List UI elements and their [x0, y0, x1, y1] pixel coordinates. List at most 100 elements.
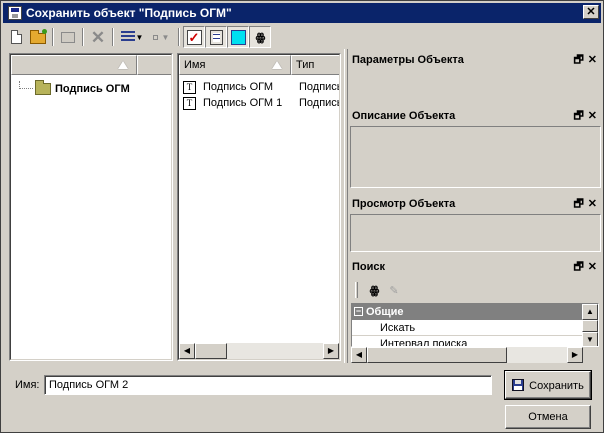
scroll-up-button[interactable]: ▲	[582, 304, 598, 320]
title-bar: Сохранить объект "Подпись ОГМ" ✕	[3, 3, 601, 23]
preview-panel-body	[350, 214, 601, 252]
scroll-left-button[interactable]: ◀	[351, 347, 367, 363]
pane-splitter[interactable]	[344, 49, 348, 363]
name-label: Имя:	[15, 379, 40, 391]
delete-icon: ✕	[90, 27, 106, 47]
open-folder-icon	[30, 29, 47, 44]
dropdown-arrow-icon: ▼	[135, 32, 144, 42]
up-level-button[interactable]	[57, 26, 79, 48]
property-label: Искать	[380, 322, 416, 334]
tree-item-label: Подпись ОГМ	[55, 83, 130, 95]
tree-item-root[interactable]: Подпись ОГМ	[19, 80, 130, 95]
column-header-name[interactable]: Имя	[179, 55, 291, 75]
list-item-name: Подпись ОГМ	[203, 81, 274, 93]
list-item-name: Подпись ОГМ 1	[203, 97, 283, 109]
save-button[interactable]: Сохранить	[504, 370, 592, 400]
new-folder-button[interactable]	[27, 26, 49, 48]
search-toolbar: ꙮ ✎	[351, 279, 599, 301]
cancel-button-label: Отмена	[528, 411, 568, 423]
binoculars-icon: ꙮ	[369, 284, 380, 297]
scroll-thumb[interactable]	[195, 343, 227, 359]
tree-column-header-empty[interactable]	[137, 55, 171, 75]
view-mode-button[interactable]: ▼	[117, 26, 147, 48]
text-object-icon: T	[183, 96, 196, 110]
list-item-type: Подпись	[299, 97, 340, 109]
scroll-down-button[interactable]: ▼	[582, 332, 598, 346]
eraser-icon: ✎	[389, 284, 399, 297]
horizontal-scrollbar[interactable]: ◀ ▶	[179, 343, 339, 359]
column-header-type-label: Тип	[296, 59, 315, 71]
search-panel-title: Поиск	[352, 261, 386, 273]
name-input[interactable]	[44, 375, 492, 395]
scroll-thumb[interactable]	[582, 320, 598, 332]
params-panel-buttons: 🗗 ✕	[573, 50, 597, 70]
check-toggle-button[interactable]: ✓	[183, 26, 205, 48]
new-document-button[interactable]	[5, 26, 27, 48]
column-header-type[interactable]: Тип	[291, 55, 339, 75]
list-item[interactable]: T Подпись ОГМ Подпись	[183, 79, 339, 95]
clear-button[interactable]: ✎	[384, 281, 404, 299]
close-icon[interactable]: ✕	[588, 106, 597, 126]
restore-icon[interactable]: 🗗	[573, 106, 583, 126]
search-panel-buttons: 🗗 ✕	[573, 257, 597, 277]
scroll-right-button[interactable]: ▶	[323, 343, 339, 359]
category-label: Общие	[366, 306, 404, 318]
vertical-scrollbar[interactable]: ▲ ▼	[582, 304, 598, 346]
window-title: Сохранить объект "Подпись ОГМ"	[26, 6, 232, 20]
save-object-dialog: Сохранить объект "Подпись ОГМ" ✕ ✕ ▼ ▼ ✓…	[0, 0, 604, 433]
search-property-grid: − Общие Искать Интервал поиска ▲ ▼	[351, 303, 599, 347]
category-row[interactable]: − Общие	[352, 304, 582, 320]
cyan-square-icon	[230, 29, 246, 45]
close-icon[interactable]: ✕	[588, 50, 597, 70]
cancel-button[interactable]: Отмена	[505, 405, 591, 429]
search-horizontal-scrollbar[interactable]: ◀ ▶	[351, 347, 583, 363]
params-panel-header: Параметры Объекта 🗗 ✕	[349, 50, 601, 70]
size-button[interactable]: ▼	[147, 26, 175, 48]
preview-panel-title: Просмотр Объекта	[352, 198, 456, 210]
file-list-pane: Имя Тип T Подпись ОГМ Подпись T Подпись …	[177, 53, 341, 361]
list-item-type: Подпись	[299, 81, 340, 93]
restore-icon[interactable]: 🗗	[573, 50, 583, 70]
sort-arrow-icon	[118, 61, 128, 69]
property-row[interactable]: Интервал поиска	[352, 336, 582, 347]
restore-icon[interactable]: 🗗	[573, 257, 583, 277]
description-panel-buttons: 🗗 ✕	[573, 106, 597, 126]
property-label: Интервал поиска	[380, 338, 468, 347]
tree-connector	[19, 81, 33, 89]
toolbar-separator	[112, 28, 114, 46]
collapse-icon[interactable]: −	[354, 307, 363, 316]
property-row[interactable]: Искать	[352, 320, 582, 336]
document-lines-icon	[209, 29, 223, 45]
binoculars-icon: ꙮ	[255, 31, 266, 44]
new-document-icon	[10, 30, 22, 44]
scroll-thumb[interactable]	[367, 347, 507, 363]
description-panel-title: Описание Объекта	[352, 110, 456, 122]
folder-icon	[35, 80, 51, 95]
close-icon[interactable]: ✕	[588, 257, 597, 277]
scroll-left-button[interactable]: ◀	[179, 343, 195, 359]
tree-column-header[interactable]	[11, 55, 137, 75]
tree-pane: Подпись ОГМ	[9, 53, 173, 361]
list-item[interactable]: T Подпись ОГМ 1 Подпись	[183, 95, 339, 111]
view-list-icon	[120, 31, 135, 43]
small-square-icon	[152, 34, 158, 40]
params-panel-body	[350, 70, 601, 100]
find-button[interactable]: ꙮ	[364, 281, 384, 299]
search-toggle-button[interactable]: ꙮ	[249, 26, 271, 48]
dropdown-arrow-icon: ▼	[161, 32, 170, 42]
toolbar-grip[interactable]	[355, 282, 358, 298]
preview-panel-buttons: 🗗 ✕	[573, 194, 597, 214]
scroll-right-button[interactable]: ▶	[567, 347, 583, 363]
preview-toggle-button[interactable]	[227, 26, 249, 48]
close-icon[interactable]: ✕	[588, 194, 597, 214]
checkmark-icon: ✓	[186, 29, 202, 45]
description-toggle-button[interactable]	[205, 26, 227, 48]
restore-icon[interactable]: 🗗	[573, 194, 583, 214]
file-list-inner: Имя Тип T Подпись ОГМ Подпись T Подпись …	[178, 54, 340, 360]
close-window-button[interactable]: ✕	[583, 5, 599, 19]
floppy-app-icon	[8, 6, 22, 20]
up-level-icon	[61, 31, 75, 43]
toolbar-separator	[82, 28, 84, 46]
search-panel-header: Поиск 🗗 ✕	[349, 257, 601, 277]
delete-button[interactable]: ✕	[87, 26, 109, 48]
